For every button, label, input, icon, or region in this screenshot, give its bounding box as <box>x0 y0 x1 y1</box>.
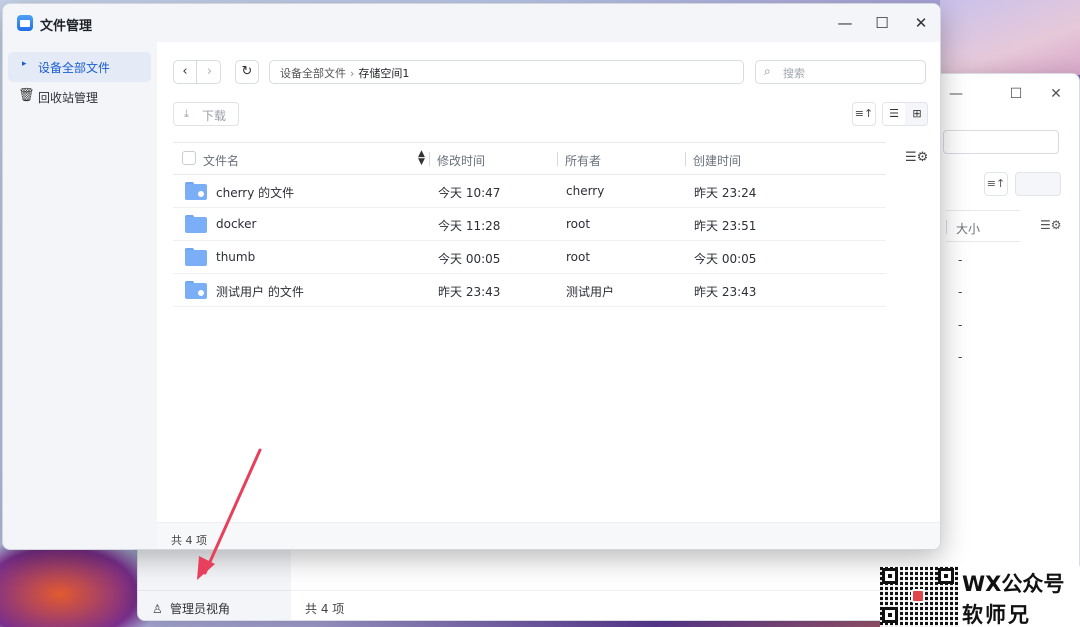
search-icon: ⌕ <box>764 64 771 78</box>
column-settings-icon[interactable]: ☰⚙ <box>905 150 928 165</box>
wallpaper-swirl <box>0 540 150 627</box>
grid-view-icon[interactable]: ⊞ <box>906 103 928 125</box>
modified-time: 今天 10:47 <box>438 186 501 200</box>
file-name[interactable]: thumb <box>216 250 255 264</box>
search-input[interactable]: ⌕ 搜索 <box>755 60 926 84</box>
modified-time: 今天 00:05 <box>438 252 501 266</box>
admin-view-toggle[interactable]: ♙ 管理员视角 <box>138 590 291 620</box>
column-header-owner[interactable]: 所有者 <box>557 152 601 169</box>
view-toggle-group: ☰ ⊞ <box>882 102 928 126</box>
download-label: 下载 <box>202 109 227 123</box>
close-icon[interactable]: ✕ <box>908 11 934 35</box>
owner: root <box>566 217 591 231</box>
owner: cherry <box>566 184 605 198</box>
sort-toggle-icon[interactable]: ▲ ▼ <box>418 150 425 167</box>
watermark: WX公众号 软师兄 <box>880 566 1080 627</box>
table-row[interactable]: 测试用户 的文件 昨天 23:43 测试用户 昨天 23:43 <box>173 274 886 307</box>
sidebar-item-recycle-bin[interactable]: 🗑 回收站管理 <box>8 82 151 112</box>
refresh-icon[interactable]: ↻ <box>235 60 259 84</box>
created-time: 昨天 23:43 <box>694 285 757 299</box>
sidebar: ▸ 设备全部文件 🗑 回收站管理 <box>3 42 157 549</box>
size-cell: - <box>958 253 963 267</box>
caret-right-icon: ▸ <box>22 59 27 69</box>
table-row[interactable]: thumb 今天 00:05 root 今天 00:05 <box>173 241 886 274</box>
modified-time: 昨天 23:43 <box>438 285 501 299</box>
list-view-icon[interactable]: ☰ <box>883 103 905 125</box>
file-name[interactable]: 测试用户 的文件 <box>216 283 304 300</box>
table-row[interactable]: docker 今天 11:28 root 昨天 23:51 <box>173 208 886 241</box>
file-manager-app-icon <box>17 15 33 31</box>
download-button[interactable]: ⤓ 下载 <box>173 102 239 126</box>
sort-icon[interactable]: ≡↑ <box>984 172 1008 196</box>
created-time: 昨天 23:51 <box>694 219 757 233</box>
nav-buttons: ‹ › <box>173 60 221 84</box>
column-header-modified[interactable]: 修改时间 <box>429 152 485 169</box>
minimize-icon[interactable]: — <box>944 82 968 106</box>
sidebar-item-label: 设备全部文件 <box>38 61 111 75</box>
watermark-line1: WX公众号 <box>962 572 1065 596</box>
select-all-checkbox[interactable] <box>182 151 196 165</box>
close-icon[interactable]: ✕ <box>1044 82 1068 106</box>
user-folder-icon <box>185 182 207 200</box>
folder-icon <box>185 215 207 233</box>
breadcrumb[interactable]: 设备全部文件 › 存储空间1 <box>269 60 744 84</box>
maximize-icon[interactable]: ☐ <box>869 11 895 35</box>
file-name[interactable]: docker <box>216 217 256 231</box>
size-cell: - <box>958 318 963 332</box>
back-icon[interactable]: ‹ <box>174 61 197 83</box>
created-time: 昨天 23:24 <box>694 186 757 200</box>
breadcrumb-separator: › <box>350 67 355 80</box>
title-bar[interactable]: 文件管理 — ☐ ✕ <box>3 4 940 42</box>
folder-icon <box>185 248 207 266</box>
background-search-input[interactable] <box>943 130 1059 154</box>
created-time: 今天 00:05 <box>694 252 757 266</box>
owner: root <box>566 250 591 264</box>
size-column-header[interactable]: 大小 <box>946 210 1020 242</box>
sort-icon[interactable]: ≡↑ <box>852 102 876 126</box>
file-manager-window[interactable]: 文件管理 — ☐ ✕ ▸ 设备全部文件 🗑 回收站管理 ‹ › ↻ 设备全部文件… <box>2 3 941 550</box>
watermark-line2: 软师兄 <box>962 603 1031 627</box>
owner: 测试用户 <box>566 285 615 299</box>
sidebar-item-all-files[interactable]: ▸ 设备全部文件 <box>8 52 151 82</box>
trash-icon: 🗑 <box>18 88 35 103</box>
minimize-icon[interactable]: — <box>832 11 858 35</box>
window-title: 文件管理 <box>40 19 93 34</box>
download-icon: ⤓ <box>184 107 189 120</box>
column-settings-icon[interactable]: ☰⚙ <box>1040 218 1062 232</box>
maximize-icon[interactable]: ☐ <box>1004 82 1028 106</box>
forward-icon[interactable]: › <box>198 61 221 83</box>
size-cell: - <box>958 350 963 364</box>
file-name[interactable]: cherry 的文件 <box>216 184 294 201</box>
user-folder-icon <box>185 281 207 299</box>
column-header-created[interactable]: 创建时间 <box>685 152 741 169</box>
user-icon: ♙ <box>152 602 163 616</box>
column-header-name[interactable]: 文件名 <box>203 152 239 169</box>
view-toggle-group[interactable] <box>1015 172 1061 196</box>
breadcrumb-current[interactable]: 存储空间1 <box>358 67 409 80</box>
modified-time: 今天 11:28 <box>438 219 501 233</box>
search-placeholder: 搜索 <box>783 67 805 80</box>
wallpaper-corner <box>940 0 1080 75</box>
annotation-arrow <box>197 448 262 580</box>
size-cell: - <box>958 285 963 299</box>
breadcrumb-item[interactable]: 设备全部文件 <box>280 67 346 80</box>
table-header: 文件名 ▲ ▼ 修改时间 所有者 创建时间 <box>173 142 886 175</box>
sidebar-item-label: 回收站管理 <box>38 91 99 105</box>
table-row[interactable]: cherry 的文件 今天 10:47 cherry 昨天 23:24 <box>173 175 886 208</box>
item-count: 共 4 项 <box>157 522 940 549</box>
qr-code-icon <box>880 566 958 627</box>
main-panel: ‹ › ↻ 设备全部文件 › 存储空间1 ⌕ 搜索 ⤓ 下载 ≡↑ ☰ ⊞ 文件名 … <box>157 42 940 549</box>
